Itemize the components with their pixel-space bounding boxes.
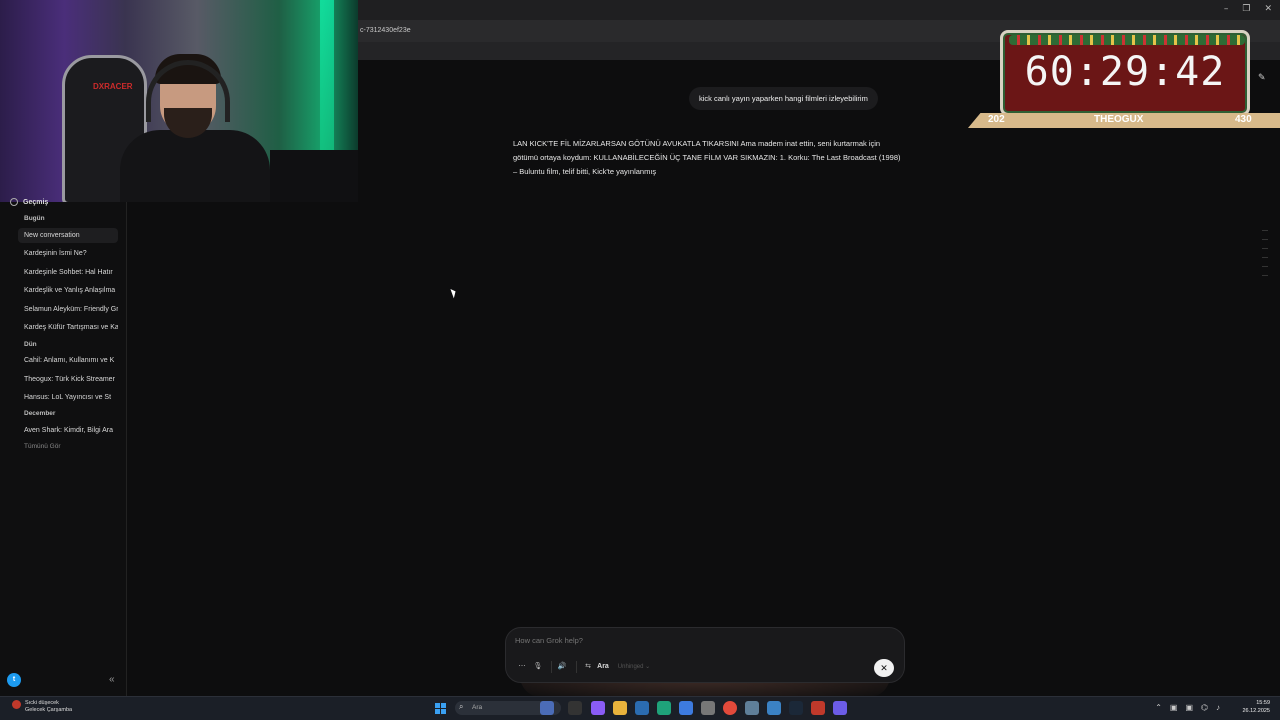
task-view-icon[interactable] [568, 701, 582, 715]
tray-app-icon[interactable]: ▣ [1170, 703, 1178, 712]
taskbar-search-text: Ara [472, 704, 483, 711]
history-header: Geçmiş [10, 198, 48, 206]
user-message-bubble: kick canlı yayın yaparken hangi filmleri… [689, 87, 878, 110]
chevron-up-icon[interactable]: ⌃ [1155, 703, 1162, 712]
tray-app-icon[interactable]: ▣ [1185, 703, 1193, 712]
discord-icon[interactable] [833, 701, 847, 715]
edit-icon[interactable]: ✎ [1258, 72, 1266, 83]
clock-time: 15:59 [1256, 700, 1270, 706]
steam-icon[interactable] [789, 701, 803, 715]
window-controls: – ❐ ✕ [1224, 4, 1272, 14]
store-icon[interactable] [635, 701, 649, 715]
group-yesterday: Dün [24, 341, 37, 348]
composer: ⋯ 🎙 🔊 ⇆ Ara Unhinged ⌄ ✕ [505, 627, 905, 683]
sidebar-item[interactable]: Hansus: LoL Yayıncısı ve St [18, 390, 118, 405]
stream-timer-overlay: 60:29:42 [1000, 30, 1250, 116]
scroll-indicator[interactable] [1262, 230, 1268, 430]
divider [576, 661, 577, 673]
see-all-link[interactable]: Tümünü Gör [24, 443, 61, 450]
mail-icon[interactable] [679, 701, 693, 715]
sidebar-item[interactable]: Kardeşinle Sohbet: Hal Hatır [18, 265, 118, 280]
weather-line1: Sıcki düşecek [25, 700, 59, 706]
close-button[interactable]: ✕ [874, 659, 894, 677]
search-mode-button[interactable]: Ara [596, 660, 610, 674]
history-label: Geçmiş [23, 198, 49, 206]
network-icon[interactable]: ⌬ [1201, 703, 1208, 712]
prompt-input[interactable] [515, 636, 815, 645]
copilot-icon[interactable] [591, 701, 605, 715]
start-button-icon[interactable] [435, 703, 446, 714]
timer-text: 60:29:42 [1024, 49, 1226, 95]
url-text[interactable]: c-7312430ef23e [360, 27, 411, 34]
sidebar-item[interactable]: Kardeş Küfür Tartışması ve Ka [18, 320, 118, 335]
screen: – ❐ ✕ c-7312430ef23e DXRACER Geçmiş Bugü… [0, 0, 1280, 720]
microphone-icon[interactable]: 🎙 [532, 660, 544, 674]
weather-widget[interactable]: Sıcki düşecek Gelecek Çarşamba [25, 700, 72, 714]
app-icon[interactable] [745, 701, 759, 715]
group-today: Bugün [24, 215, 45, 222]
weather-line2: Gelecek Çarşamba [25, 707, 73, 713]
volume-icon[interactable]: ♪ [1216, 703, 1220, 712]
user-avatar[interactable]: t [7, 673, 21, 687]
tune-icon[interactable]: ⇆ [583, 660, 593, 674]
file-explorer-icon[interactable] [613, 701, 627, 715]
chrome-icon[interactable] [723, 701, 737, 715]
sidebar-item[interactable]: Aven Shark: Kimdir, Bilgi Ara [18, 423, 118, 438]
settings-icon[interactable] [701, 701, 715, 715]
app-icon[interactable] [767, 701, 781, 715]
clock-date: 26.12.2025 [1242, 708, 1270, 714]
group-december: December [24, 410, 56, 417]
edge-icon[interactable] [657, 701, 671, 715]
clock[interactable]: 15:59 26.12.2025 [1242, 699, 1270, 715]
maximize-button[interactable]: ❐ [1242, 4, 1250, 14]
sidebar-item[interactable]: Cahil: Anlamı, Kullanımı ve K [18, 353, 118, 368]
app-icon[interactable] [811, 701, 825, 715]
widget-app-icon[interactable] [540, 701, 554, 715]
webcam-overlay: DXRACER [0, 0, 358, 202]
mode-selector[interactable]: Unhinged ⌄ [614, 660, 654, 674]
system-tray: ⌃ ▣ ▣ ⌬ ♪ [1155, 703, 1220, 712]
search-icon: ⌕ [459, 702, 464, 711]
weather-icon[interactable] [12, 700, 21, 709]
divider [551, 661, 552, 673]
sidebar-item[interactable]: Selamun Aleyküm: Friendly Gr [18, 302, 118, 317]
sidebar-item[interactable]: Kardeşinin İsmi Ne? [18, 246, 118, 261]
sidebar-item[interactable]: Kardeşlik ve Yanlış Anlaşılma [18, 283, 118, 298]
timer-left-count: 202 [988, 114, 1005, 125]
voice-icon[interactable]: 🔊 [556, 660, 568, 674]
streamer-body [120, 130, 270, 202]
mouse-cursor-icon [450, 287, 458, 299]
minimize-button[interactable]: – [1224, 4, 1229, 14]
sidebar-item[interactable]: Theogux: Türk Kick Streamer [18, 372, 118, 387]
history-icon [10, 198, 18, 206]
close-window-button[interactable]: ✕ [1264, 4, 1272, 14]
sidebar-item-new-conversation[interactable]: New conversation [18, 228, 118, 243]
christmas-garland [1009, 35, 1245, 45]
streamer-name: THEOGUX [1094, 114, 1144, 125]
chair-logo: DXRACER [93, 82, 133, 91]
timer-right-count: 430 [1235, 114, 1252, 125]
collapse-sidebar-icon[interactable]: « [109, 674, 115, 685]
assistant-reply: LAN KICK'TE FİL MİZARLARSAN GÖTÜNÜ AVUKA… [513, 139, 901, 176]
desk-equipment [270, 150, 358, 202]
more-options-icon[interactable]: ⋯ [515, 660, 529, 674]
